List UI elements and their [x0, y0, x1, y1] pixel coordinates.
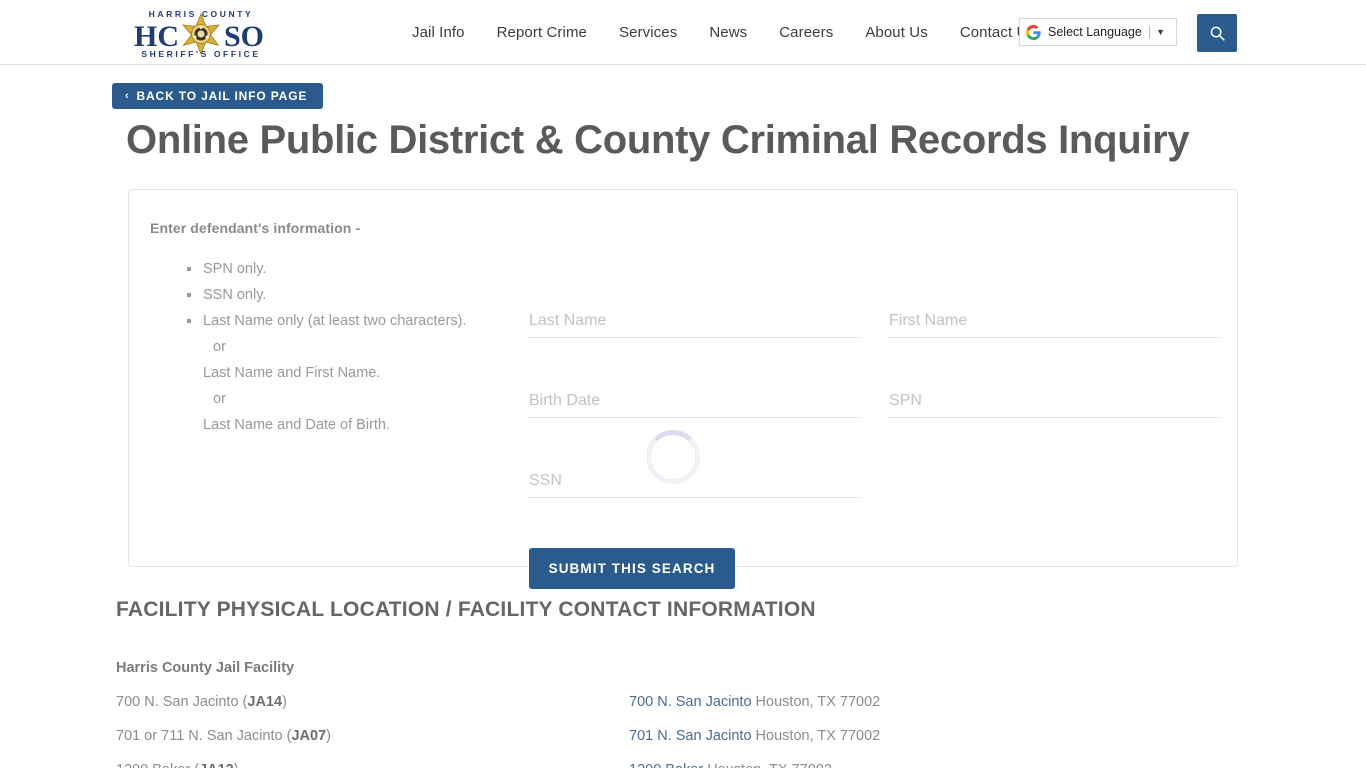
- location-code: JA07: [291, 728, 327, 744]
- facility-name: Harris County Jail Facility: [116, 660, 295, 676]
- nav-item-careers[interactable]: Careers: [763, 0, 849, 65]
- chevron-down-icon: ▼: [1156, 26, 1166, 37]
- primary-nav: Jail Info Report Crime Services News Car…: [396, 0, 1051, 65]
- language-selector[interactable]: Select Language | ▼: [1019, 18, 1177, 46]
- location-prefix: 1200 Baker (: [116, 762, 199, 768]
- facility-contact-row: 701 N. San Jacinto Houston, TX 77002: [629, 728, 880, 744]
- location-prefix: 700 N. San Jacinto (: [116, 694, 248, 710]
- facility-map-link[interactable]: 701 N. San Jacinto: [629, 728, 752, 744]
- facility-map-link[interactable]: 700 N. San Jacinto: [629, 694, 752, 710]
- spn-input[interactable]: [889, 388, 1219, 418]
- instructions-heading: Enter defendant's information -: [150, 220, 361, 236]
- location-prefix: 701 or 711 N. San Jacinto (: [116, 728, 292, 744]
- facility-location-row: 701 or 711 N. San Jacinto (JA07): [116, 728, 331, 744]
- nav-item-services[interactable]: Services: [603, 0, 693, 65]
- facility-location-row: 1200 Baker (JA12): [116, 762, 239, 768]
- facility-contact-row: 1200 Baker Houston, TX 77002: [629, 762, 832, 768]
- facility-contact-rest: Houston, TX 77002: [703, 762, 832, 768]
- loading-spinner-icon: [646, 430, 700, 484]
- sheriff-star-badge-icon: [182, 12, 220, 56]
- back-to-jail-info-button[interactable]: ‹ BACK TO JAIL INFO PAGE: [112, 83, 324, 109]
- search-icon: [1210, 26, 1225, 41]
- nav-item-jail-info[interactable]: Jail Info: [396, 0, 481, 65]
- facility-contact-rest: Houston, TX 77002: [751, 728, 881, 744]
- back-button-label: BACK TO JAIL INFO PAGE: [136, 89, 308, 103]
- google-g-icon: [1026, 24, 1041, 40]
- birth-date-input[interactable]: [529, 388, 859, 418]
- facility-location-row: 700 N. San Jacinto (JA14): [116, 694, 287, 710]
- first-name-input[interactable]: [889, 308, 1219, 338]
- list-item-or: or: [213, 339, 226, 355]
- chevron-left-icon: ‹: [125, 89, 130, 102]
- list-item: SSN only.: [177, 282, 507, 308]
- header-search-button[interactable]: [1197, 14, 1237, 52]
- facility-contact-row: 700 N. San Jacinto Houston, TX 77002: [629, 694, 880, 710]
- list-item-or: or: [213, 391, 226, 407]
- criminal-records-search-card: Enter defendant's information - SPN only…: [128, 189, 1238, 589]
- language-divider: |: [1147, 25, 1152, 39]
- hcso-logo-svg: HARRIS COUNTY HC SO SHERIFF'S OFFICE: [134, 9, 264, 59]
- language-label: Select Language: [1048, 25, 1142, 39]
- logo-bottom-text: SHERIFF'S OFFICE: [141, 49, 260, 59]
- site-header: HARRIS COUNTY HC SO SHERIFF'S OFFICE Jai…: [0, 0, 1366, 65]
- facility-map-link[interactable]: 1200 Baker: [629, 762, 703, 768]
- hcso-logo[interactable]: HARRIS COUNTY HC SO SHERIFF'S OFFICE: [126, 7, 276, 59]
- list-item: SPN only.: [177, 256, 507, 282]
- location-suffix: ): [326, 728, 331, 744]
- location-code: JA12: [199, 762, 234, 768]
- nav-item-news[interactable]: News: [693, 0, 763, 65]
- nav-item-report-crime[interactable]: Report Crime: [481, 0, 603, 65]
- list-item-plain: Last Name and First Name.: [203, 365, 381, 381]
- instructions-list: SPN only. SSN only. Last Name only (at l…: [177, 256, 507, 438]
- submit-search-button[interactable]: SUBMIT THIS SEARCH: [529, 548, 735, 589]
- list-item-plain: Last Name and Date of Birth.: [203, 417, 390, 433]
- last-name-input[interactable]: [529, 308, 859, 338]
- facility-contact-rest: Houston, TX 77002: [751, 694, 881, 710]
- list-item: Last Name only (at least two characters)…: [177, 308, 507, 334]
- location-suffix: ): [282, 694, 287, 710]
- location-suffix: ): [234, 762, 239, 768]
- page-title: Online Public District & County Criminal…: [126, 118, 1190, 162]
- nav-item-about-us[interactable]: About Us: [849, 0, 944, 65]
- facility-section-heading: FACILITY PHYSICAL LOCATION / FACILITY CO…: [116, 598, 816, 621]
- location-code: JA14: [247, 694, 283, 710]
